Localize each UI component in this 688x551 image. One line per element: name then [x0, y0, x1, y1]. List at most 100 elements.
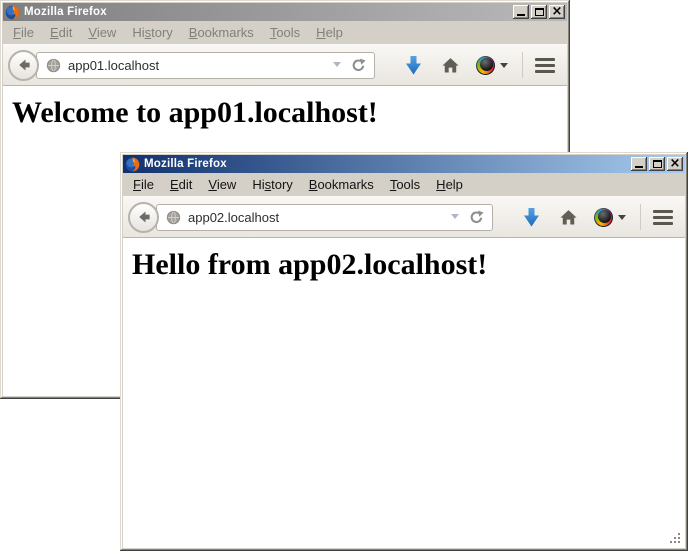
hamburger-icon [653, 216, 673, 219]
menu-item-help[interactable]: Help [428, 175, 471, 194]
titlebar[interactable]: Mozilla Firefox × [3, 3, 567, 21]
titlebar[interactable]: Mozilla Firefox × [123, 155, 685, 173]
hamburger-icon [535, 64, 555, 67]
reload-icon[interactable] [469, 210, 484, 225]
window-title: Mozilla Firefox [24, 6, 513, 18]
menu-item-file[interactable]: File [125, 175, 162, 194]
menu-item-edit[interactable]: Edit [42, 23, 80, 42]
window-title: Mozilla Firefox [144, 158, 631, 170]
url-bar[interactable]: app01.localhost [36, 52, 375, 79]
home-button[interactable] [442, 57, 459, 74]
menu-item-history[interactable]: History [244, 175, 300, 194]
url-dropdown-icon[interactable] [451, 214, 459, 223]
back-button[interactable] [128, 202, 159, 233]
menu-item-edit[interactable]: Edit [162, 175, 200, 194]
menu-label-accel: F [13, 25, 21, 40]
search-dropdown-icon[interactable] [618, 215, 626, 224]
search-engine-button[interactable] [594, 208, 626, 227]
close-icon: × [670, 159, 681, 169]
minimize-button[interactable] [631, 157, 647, 171]
resize-grip[interactable] [669, 532, 682, 545]
search-dark-core [598, 210, 611, 223]
window-controls: × [631, 157, 683, 171]
url-bar[interactable]: app02.localhost [156, 204, 493, 231]
menu-label-accel: E [170, 177, 179, 192]
menu-item-view[interactable]: View [200, 175, 244, 194]
maximize-button[interactable] [649, 157, 665, 171]
close-button[interactable]: × [549, 5, 565, 19]
maximize-icon [653, 160, 662, 168]
menu-label-accel: H [316, 25, 325, 40]
minimize-button[interactable] [513, 5, 529, 19]
site-identity-globe-icon[interactable] [46, 58, 61, 73]
menu-item-bookmarks[interactable]: Bookmarks [181, 23, 262, 42]
page-content-area: Hello from app02.localhost! [123, 238, 685, 548]
hamburger-icon [535, 58, 555, 61]
navigation-toolbar: app02.localhost [123, 196, 685, 238]
menu-label-part: ools [276, 25, 300, 40]
menu-button[interactable] [535, 55, 555, 76]
maximize-button[interactable] [531, 5, 547, 19]
firefox-logo-icon [5, 5, 20, 20]
menu-item-help[interactable]: Help [308, 23, 351, 42]
browser-window-app02: Mozilla Firefox × File Edit View History… [120, 152, 688, 551]
page-heading: Welcome to app01.localhost! [12, 96, 567, 130]
back-button[interactable] [8, 50, 39, 81]
menu-label-part: Hi [132, 25, 144, 40]
menu-label-part: iew [97, 25, 117, 40]
menu-label-part: elp [446, 177, 463, 192]
reload-icon[interactable] [351, 58, 366, 73]
toolbar-separator [522, 52, 523, 78]
menu-item-tools[interactable]: Tools [382, 175, 428, 194]
url-dropdown-icon[interactable] [333, 62, 341, 71]
menu-label-part: ookmarks [317, 177, 373, 192]
search-engine-icon [476, 56, 495, 75]
menu-label-part: Hi [252, 177, 264, 192]
menubar: File Edit View History Bookmarks Tools H… [123, 173, 685, 196]
minimize-icon [635, 166, 643, 168]
menu-item-view[interactable]: View [80, 23, 124, 42]
hamburger-icon [653, 222, 673, 225]
download-button[interactable] [406, 56, 421, 75]
close-button[interactable]: × [667, 157, 683, 171]
menu-label-part: dit [59, 25, 73, 40]
search-dark-core [480, 58, 493, 71]
toolbar-separator [640, 204, 641, 230]
minimize-icon [517, 14, 525, 16]
menu-label-accel: V [208, 177, 216, 192]
menu-label-part: tory [151, 25, 173, 40]
menu-item-bookmarks[interactable]: Bookmarks [301, 175, 382, 194]
navigation-toolbar: app01.localhost [3, 44, 567, 86]
menu-item-history[interactable]: History [124, 23, 180, 42]
menu-label-part: ools [396, 177, 420, 192]
url-text[interactable]: app02.localhost [188, 210, 447, 225]
window-controls: × [513, 5, 565, 19]
menu-label-accel: V [88, 25, 96, 40]
download-button[interactable] [524, 208, 539, 227]
menu-label-part: iew [217, 177, 237, 192]
maximize-icon [535, 8, 544, 16]
menu-label-accel: E [50, 25, 59, 40]
home-button[interactable] [560, 209, 577, 226]
menu-label-part: ile [141, 177, 154, 192]
back-icon [16, 57, 32, 73]
back-icon [136, 209, 152, 225]
menu-label-accel: F [133, 177, 141, 192]
menu-label-part: elp [326, 25, 343, 40]
menu-label-part: ookmarks [197, 25, 253, 40]
page-heading: Hello from app02.localhost! [132, 248, 685, 282]
search-engine-button[interactable] [476, 56, 508, 75]
url-text[interactable]: app01.localhost [68, 58, 329, 73]
menu-item-file[interactable]: File [5, 23, 42, 42]
menubar: File Edit View History Bookmarks Tools H… [3, 21, 567, 44]
menu-item-tools[interactable]: Tools [262, 23, 308, 42]
menu-button[interactable] [653, 207, 673, 228]
hamburger-icon [653, 210, 673, 213]
menu-label-part: dit [179, 177, 193, 192]
hamburger-icon [535, 70, 555, 73]
search-engine-icon [594, 208, 613, 227]
close-icon: × [552, 7, 563, 17]
site-identity-globe-icon[interactable] [166, 210, 181, 225]
search-dropdown-icon[interactable] [500, 63, 508, 72]
menu-label-part: ile [21, 25, 34, 40]
